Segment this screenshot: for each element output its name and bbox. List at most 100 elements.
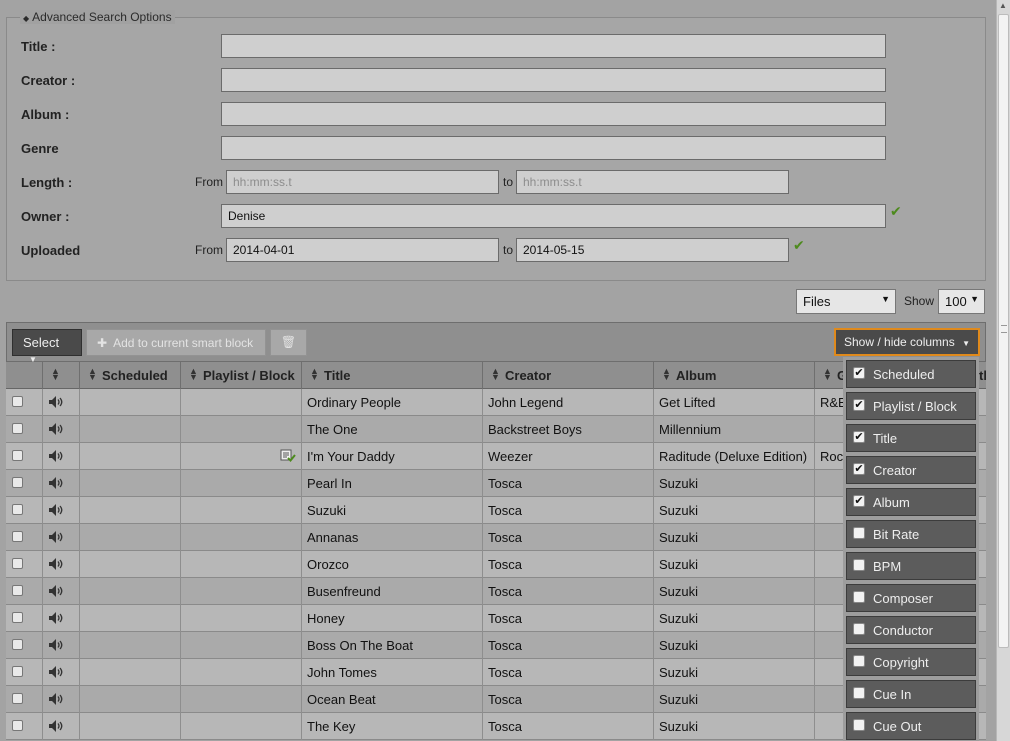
column-toggle-checkbox[interactable] <box>853 655 865 667</box>
row-checkbox[interactable] <box>12 720 23 731</box>
album-cell: Suzuki <box>653 686 814 713</box>
album-cell: Millennium <box>653 416 814 443</box>
add-to-smart-block-label: Add to current smart block <box>113 336 254 350</box>
speaker-icon[interactable] <box>48 422 64 436</box>
preview-column-header[interactable]: ▲ ▼ <box>42 362 79 389</box>
select-button[interactable]: Select ▼ <box>12 329 82 364</box>
speaker-icon[interactable] <box>48 584 64 598</box>
speaker-icon[interactable] <box>48 449 64 463</box>
column-toggle-item[interactable]: ✔ Creator <box>846 456 976 484</box>
column-toggle-item[interactable]: BPM <box>846 552 976 580</box>
table-row[interactable]: John Tomes Tosca Suzuki <box>6 659 986 686</box>
table-row[interactable]: Ocean Beat Tosca Suzuki <box>6 686 986 713</box>
column-toggle-checkbox[interactable] <box>853 623 865 635</box>
column-toggle-checkbox[interactable]: ✔ <box>853 463 865 475</box>
speaker-icon[interactable] <box>48 692 64 706</box>
speaker-icon[interactable] <box>48 665 64 679</box>
scrollbar-thumb[interactable] <box>998 14 1009 648</box>
column-toggle-item[interactable]: Copyright <box>846 648 976 676</box>
column-toggle-checkbox[interactable] <box>853 559 865 571</box>
type-select[interactable]: Files ▼ <box>796 289 896 314</box>
column-toggle-checkbox[interactable] <box>853 527 865 539</box>
row-checkbox[interactable] <box>12 585 23 596</box>
column-toggle-item[interactable]: ✔ Scheduled <box>846 360 976 388</box>
row-checkbox[interactable] <box>12 531 23 542</box>
creator-input[interactable] <box>221 68 886 92</box>
scheduled-cell <box>79 578 180 605</box>
column-toggle-checkbox[interactable]: ✔ <box>853 495 865 507</box>
table-row[interactable]: Pearl In Tosca Suzuki <box>6 470 986 497</box>
owner-input[interactable]: Denise <box>221 204 886 228</box>
row-checkbox[interactable] <box>12 612 23 623</box>
column-toggle-item[interactable]: Bit Rate <box>846 520 976 548</box>
column-header-scheduled[interactable]: ▲ ▼ Scheduled <box>79 362 180 389</box>
speaker-icon[interactable] <box>48 638 64 652</box>
column-header-creator[interactable]: ▲ ▼ Creator <box>482 362 653 389</box>
row-checkbox[interactable] <box>12 477 23 488</box>
speaker-icon[interactable] <box>48 557 64 571</box>
uploaded-from-input[interactable]: 2014-04-01 <box>226 238 499 262</box>
speaker-icon[interactable] <box>48 719 64 733</box>
row-checkbox[interactable] <box>12 396 23 407</box>
add-to-smart-block-button[interactable]: ✚ Add to current smart block <box>86 329 266 356</box>
speaker-icon[interactable] <box>48 503 64 517</box>
title-cell: The One <box>301 416 482 443</box>
advanced-search-legend[interactable]: ◆ Advanced Search Options <box>20 10 175 24</box>
table-row[interactable]: I'm Your Daddy Weezer Raditude (Deluxe Edi… <box>6 443 986 470</box>
table-row[interactable]: Ordinary People John Legend Get Lifted R&B <box>6 389 986 416</box>
page-size-select[interactable]: 100 ▼ <box>938 289 985 314</box>
table-row[interactable]: The One Backstreet Boys Millennium <box>6 416 986 443</box>
table-row[interactable]: Honey Tosca Suzuki <box>6 605 986 632</box>
row-checkbox[interactable] <box>12 450 23 461</box>
column-toggle-checkbox[interactable]: ✔ <box>853 399 865 411</box>
column-toggle-item[interactable]: ✔ Title <box>846 424 976 452</box>
select-all-column-header[interactable] <box>6 362 42 389</box>
column-header-playlist[interactable]: ▲ ▼ Playlist / Block <box>180 362 301 389</box>
row-checkbox[interactable] <box>12 693 23 704</box>
title-input[interactable] <box>221 34 886 58</box>
table-row[interactable]: Busenfreund Tosca Suzuki <box>6 578 986 605</box>
scheduled-cell <box>79 443 180 470</box>
table-row[interactable]: Annanas Tosca Suzuki <box>6 524 986 551</box>
speaker-icon[interactable] <box>48 530 64 544</box>
collapse-toggle-icon[interactable]: ◆ <box>23 14 29 23</box>
row-checkbox[interactable] <box>12 558 23 569</box>
table-header: ▲ ▼ ▲ ▼ Scheduled ▲ ▼ Playlist / Block ▲ ▼ Titl… <box>6 362 986 389</box>
creator-cell: Tosca <box>482 713 653 740</box>
row-select-cell <box>6 416 42 443</box>
row-checkbox[interactable] <box>12 639 23 650</box>
album-input[interactable] <box>221 102 886 126</box>
show-hide-columns-button[interactable]: Show / hide columns ▼ <box>834 328 980 356</box>
table-row[interactable]: The Key Tosca Suzuki <box>6 713 986 740</box>
row-checkbox[interactable] <box>12 666 23 677</box>
column-toggle-checkbox[interactable]: ✔ <box>853 431 865 443</box>
column-toggle-item[interactable]: Conductor <box>846 616 976 644</box>
column-toggle-item[interactable]: ✔ Playlist / Block <box>846 392 976 420</box>
uploaded-to-input[interactable]: 2014-05-15 <box>516 238 789 262</box>
column-toggle-checkbox[interactable] <box>853 687 865 699</box>
table-row[interactable]: Boss On The Boat Tosca Suzuki <box>6 632 986 659</box>
column-toggle-checkbox[interactable] <box>853 719 865 731</box>
row-checkbox[interactable] <box>12 423 23 434</box>
row-select-cell <box>6 551 42 578</box>
vertical-scrollbar[interactable]: ▲ <box>996 0 1010 741</box>
length-from-input[interactable]: hh:mm:ss.t <box>226 170 499 194</box>
table-row[interactable]: Suzuki Tosca Suzuki <box>6 497 986 524</box>
speaker-icon[interactable] <box>48 611 64 625</box>
column-toggle-item[interactable]: Composer <box>846 584 976 612</box>
speaker-icon[interactable] <box>48 395 64 409</box>
delete-button[interactable]: 🗑 <box>270 329 307 356</box>
speaker-icon[interactable] <box>48 476 64 490</box>
scroll-up-arrow-icon[interactable]: ▲ <box>999 1 1007 10</box>
column-header-album[interactable]: ▲ ▼ Album <box>653 362 814 389</box>
genre-input[interactable] <box>221 136 886 160</box>
column-header-title[interactable]: ▲ ▼ Title <box>301 362 482 389</box>
column-toggle-checkbox[interactable]: ✔ <box>853 367 865 379</box>
column-toggle-checkbox[interactable] <box>853 591 865 603</box>
column-toggle-item[interactable]: Cue In <box>846 680 976 708</box>
column-toggle-item[interactable]: Cue Out <box>846 712 976 740</box>
column-toggle-item[interactable]: ✔ Album <box>846 488 976 516</box>
row-checkbox[interactable] <box>12 504 23 515</box>
length-to-input[interactable]: hh:mm:ss.t <box>516 170 789 194</box>
table-row[interactable]: Orozco Tosca Suzuki <box>6 551 986 578</box>
